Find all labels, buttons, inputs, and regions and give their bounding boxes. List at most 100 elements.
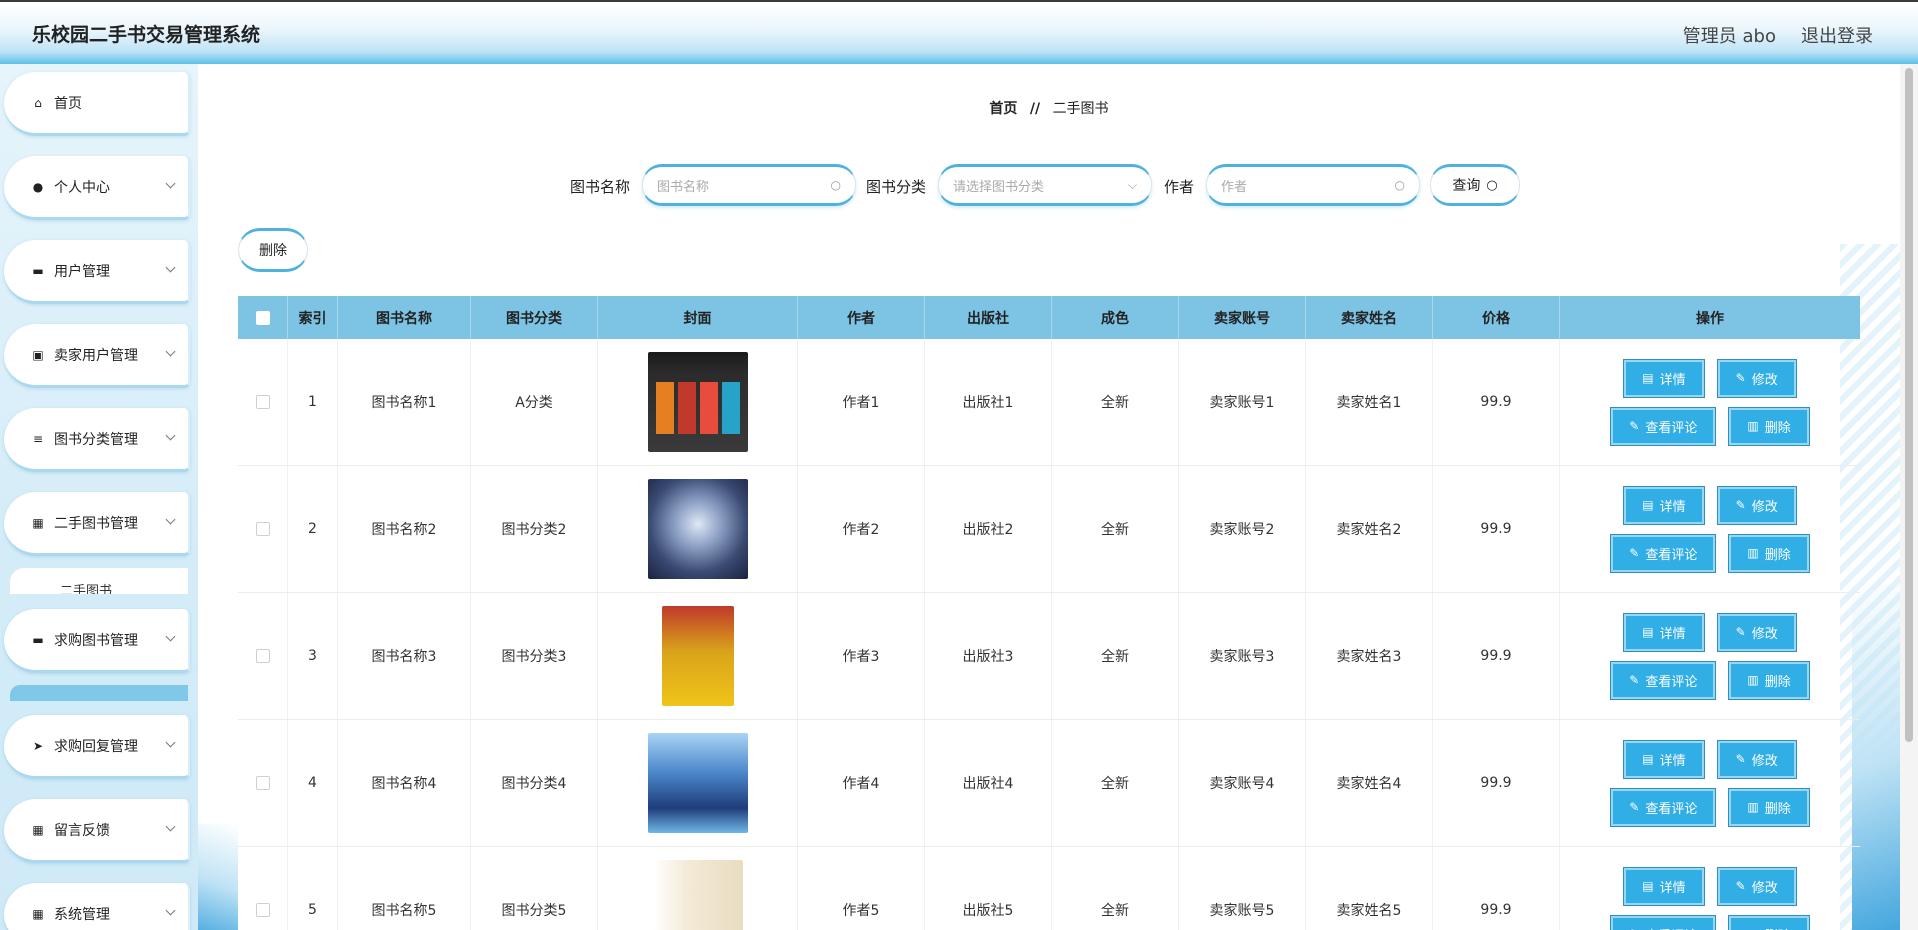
breadcrumb: 首页 // 二手图书	[198, 98, 1900, 118]
cell-publisher: 出版社5	[925, 847, 1052, 930]
row-checkbox[interactable]	[255, 395, 270, 409]
sidebar-subitem-used-books[interactable]: 二手图书	[10, 568, 188, 594]
sidebar-item-seller-management[interactable]: ▣ 卖家用户管理	[4, 324, 190, 388]
logout-link[interactable]: 退出登录	[1801, 22, 1873, 48]
delete-button[interactable]: ▥删除	[1728, 660, 1810, 700]
row-checkbox[interactable]	[255, 649, 270, 663]
cell-condition: 全新	[1052, 466, 1179, 592]
column-header: 作者	[798, 296, 925, 339]
sidebar-item-feedback[interactable]: ▦ 留言反馈	[4, 799, 190, 863]
row-select-cell	[238, 593, 288, 719]
breadcrumb-separator: //	[1029, 101, 1041, 117]
sidebar-subitem-label: 二手图书	[60, 584, 113, 594]
message-icon: ▬	[32, 632, 44, 647]
sidebar-item-used-book-management[interactable]: ▦ 二手图书管理	[4, 492, 190, 556]
cell-seller-account: 卖家账号3	[1179, 593, 1306, 719]
row-checkbox[interactable]	[255, 522, 270, 536]
edit-button[interactable]: ✎ 修改	[1716, 358, 1797, 398]
scrollbar-thumb[interactable]	[1905, 68, 1913, 742]
cell-seller-name: 卖家姓名3	[1306, 593, 1433, 719]
row-checkbox[interactable]	[255, 776, 270, 790]
cell-actions: ▤详情 ✎修改 ✎查看评论 ▥删除	[1560, 593, 1860, 719]
cell-seller-name: 卖家姓名4	[1306, 720, 1433, 846]
delete-button[interactable]: ▥删除	[1728, 914, 1810, 930]
detail-button[interactable]: ▤ 详情	[1623, 866, 1705, 906]
view-comments-button[interactable]: ✎查看评论	[1610, 533, 1717, 573]
chevron-down-icon	[165, 631, 176, 642]
detail-button[interactable]: ▤ 详情	[1623, 739, 1705, 779]
breadcrumb-home[interactable]: 首页	[989, 101, 1017, 117]
edit-button[interactable]: ✎ 修改	[1716, 739, 1797, 779]
pencil-icon: ✎	[1735, 752, 1746, 766]
grid-icon: ▦	[32, 906, 44, 921]
pencil-icon: ✎	[1629, 800, 1640, 814]
column-header: 操作	[1696, 310, 1724, 327]
row-select-cell	[238, 466, 288, 592]
cell-condition: 全新	[1052, 847, 1179, 930]
detail-button[interactable]: ▤ 详情	[1623, 485, 1705, 525]
select-all-cell	[238, 296, 288, 339]
book-name-input[interactable]: 图书名称 ○	[642, 164, 856, 206]
book-cover-image[interactable]	[652, 860, 743, 930]
sidebar-item-user-management[interactable]: ▬ 用户管理	[4, 240, 190, 304]
delete-button[interactable]: ▥删除	[1728, 787, 1810, 827]
chevron-down-icon	[165, 430, 176, 441]
cell-actions: ▤详情 ✎修改 ✎查看评论 ▥删除	[1560, 339, 1860, 465]
pencil-icon: ✎	[1629, 419, 1640, 433]
view-comments-button[interactable]: ✎查看评论	[1610, 787, 1717, 827]
select-all-checkbox[interactable]	[255, 310, 270, 325]
author-input[interactable]: 作者 ○	[1206, 164, 1420, 206]
query-button[interactable]: 查询 ○	[1430, 164, 1520, 206]
sidebar-item-home[interactable]: ⌂ 首页	[4, 72, 190, 136]
cell-book-name: 图书名称2	[338, 466, 471, 592]
page-scrollbar[interactable]	[1900, 64, 1918, 930]
cell-index: 2	[288, 466, 338, 592]
cell-seller-name: 卖家姓名5	[1306, 847, 1433, 930]
view-comments-button[interactable]: ✎查看评论	[1610, 660, 1717, 700]
cell-category: 图书分类5	[471, 847, 598, 930]
view-comments-button[interactable]: ✎查看评论	[1610, 914, 1717, 930]
cell-seller-name: 卖家姓名1	[1306, 339, 1433, 465]
cell-price: 99.9	[1433, 466, 1560, 592]
sidebar-item-wanted-book-management[interactable]: ▬ 求购图书管理	[4, 609, 190, 673]
edit-button[interactable]: ✎ 修改	[1716, 866, 1797, 906]
book-cover-image[interactable]	[647, 733, 748, 833]
cell-cover	[598, 466, 798, 592]
chart-icon: ▣	[32, 347, 44, 362]
detail-button[interactable]: ▤ 详情	[1623, 358, 1705, 398]
detail-button[interactable]: ▤ 详情	[1623, 612, 1705, 652]
sidebar-item-wanted-reply-management[interactable]: ➤ 求购回复管理	[4, 715, 190, 779]
cell-index: 5	[288, 847, 338, 930]
delete-button[interactable]: ▥删除	[1728, 533, 1810, 573]
delete-button[interactable]: ▥删除	[1728, 406, 1810, 446]
sidebar-item-category-management[interactable]: ≡ 图书分类管理	[4, 408, 190, 472]
cell-actions: ▤详情 ✎修改 ✎查看评论 ▥删除	[1560, 466, 1860, 592]
cell-seller-account: 卖家账号2	[1179, 466, 1306, 592]
book-category-select[interactable]: 请选择图书分类 ⌵	[938, 164, 1152, 206]
batch-delete-button[interactable]: 删除	[238, 228, 308, 272]
view-comments-button[interactable]: ✎查看评论	[1610, 406, 1717, 446]
home-icon: ⌂	[34, 95, 42, 110]
book-cover-image[interactable]	[647, 479, 748, 579]
cell-actions: ▤详情 ✎修改 ✎查看评论 ▥删除	[1560, 847, 1860, 930]
sidebar-item-label: 用户管理	[54, 263, 110, 280]
table-row: 2 图书名称2 图书分类2 作者2 出版社2 全新 卖家账号2 卖家姓名2 99…	[238, 466, 1860, 593]
column-header: 图书名称	[338, 296, 471, 339]
sidebar-item-personal-center[interactable]: ● 个人中心	[4, 156, 190, 220]
book-cover-image[interactable]	[647, 352, 748, 452]
author-label: 作者	[1164, 178, 1195, 196]
cell-index: 1	[288, 339, 338, 465]
user-icon: ●	[32, 179, 44, 194]
sidebar-item-label: 卖家用户管理	[54, 347, 138, 364]
book-cover-image[interactable]	[661, 606, 734, 706]
sidebar-item-label: 求购回复管理	[54, 738, 138, 755]
edit-button[interactable]: ✎ 修改	[1716, 612, 1797, 652]
row-checkbox[interactable]	[255, 903, 270, 917]
cell-seller-account: 卖家账号1	[1179, 339, 1306, 465]
sidebar-item-label: 系统管理	[54, 906, 110, 923]
sidebar-item-system-management[interactable]: ▦ 系统管理	[4, 883, 190, 930]
search-icon: ○	[1394, 178, 1405, 192]
cell-index: 3	[288, 593, 338, 719]
cell-publisher: 出版社4	[925, 720, 1052, 846]
edit-button[interactable]: ✎ 修改	[1716, 485, 1797, 525]
